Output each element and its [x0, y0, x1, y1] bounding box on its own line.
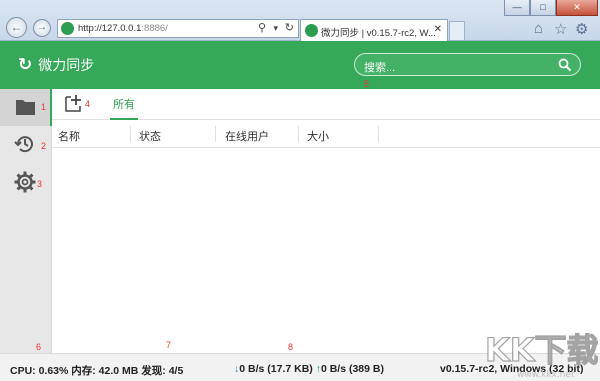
dropdown-icon[interactable]: ▾ [273, 23, 278, 34]
column-header[interactable]: 状态 [139, 128, 161, 144]
add-folder-icon [65, 95, 81, 112]
history-icon [14, 136, 33, 153]
refresh-icon[interactable]: ↻ [285, 21, 294, 34]
tab-all[interactable]: 所有 [110, 96, 138, 120]
brand-name: 微力同步 [38, 57, 95, 73]
tab-title: 微力同步 | v0.15.7-rc2, W... [321, 28, 436, 39]
home-icon[interactable]: ⌂ [534, 20, 543, 37]
gear-icon[interactable]: ⚙ [575, 20, 588, 38]
tab-favicon-icon [305, 24, 318, 37]
add-folder-button[interactable] [65, 94, 83, 115]
column-divider [378, 126, 379, 142]
maximize-button[interactable]: □ [530, 0, 556, 16]
site-favicon-icon [61, 22, 74, 35]
marker-4: 4 [85, 99, 91, 109]
kk-watermark-logo: KK下载 www.kkx.net [483, 325, 599, 380]
transfer-rates: ↓0 B/s (17.7 KB) ↑0 B/s (389 B) [234, 363, 384, 375]
column-header[interactable]: 名称 [58, 128, 80, 144]
browser-titlebar: — □ ✕ ← → http://127.0.0.1:8886/ ⚲ ▾ ↻ 微… [0, 0, 600, 41]
watermark-text: KK下载 [485, 331, 598, 369]
column-divider [130, 126, 131, 142]
search-input[interactable]: 搜索... [354, 53, 581, 76]
back-button[interactable]: ← [6, 17, 27, 38]
star-icon[interactable]: ☆ [554, 20, 567, 38]
minimize-button[interactable]: — [504, 0, 530, 16]
sync-logo-icon: ↻ [18, 55, 33, 74]
search-placeholder: 搜索... [364, 62, 396, 74]
marker-6: 6 [36, 342, 42, 352]
marker-2: 2 [41, 141, 47, 151]
sidebar: 1 2 3 6 [0, 89, 52, 353]
search-icon[interactable] [558, 58, 572, 72]
column-header[interactable]: 大小 [307, 128, 329, 144]
tab-close-icon[interactable]: ✕ [434, 24, 442, 35]
watermark-icon: KK下载 www.kkx.net [484, 330, 599, 380]
marker-7: 7 [166, 340, 172, 350]
new-tab-button[interactable] [449, 21, 465, 40]
browser-tab[interactable]: 微力同步 | v0.15.7-rc2, W... ✕ [300, 19, 448, 41]
settings-gear-icon [14, 171, 36, 193]
marker-1: 1 [41, 102, 47, 112]
folder-toolbar: 4 所有 [52, 89, 600, 120]
app-header: ↻ 微力同步 搜索... 5 [0, 41, 600, 89]
column-header[interactable]: 在线用户 [225, 128, 269, 144]
url-text[interactable]: http://127.0.0.1:8886/ [78, 23, 168, 34]
download-rate: 0 B/s (17.7 KB) [239, 363, 313, 375]
marker-8: 8 [288, 342, 294, 352]
column-divider [215, 126, 216, 142]
marker-3: 3 [37, 179, 43, 189]
table-header: 名称 状态 在线用户 大小 [52, 120, 600, 148]
folder-icon [16, 100, 35, 115]
column-divider [298, 126, 299, 142]
search-icon[interactable]: ⚲ [258, 21, 266, 34]
watermark-url: www.kkx.net [517, 370, 575, 379]
system-stats: CPU: 0.63% 内存: 42.0 MB 发现: 4/5 [10, 365, 184, 377]
sidebar-item-settings[interactable]: 3 [0, 165, 52, 202]
sidebar-item-folders[interactable]: 1 [0, 89, 52, 126]
forward-button[interactable]: → [33, 19, 51, 37]
sidebar-item-history[interactable]: 2 [0, 126, 52, 163]
brand[interactable]: ↻ 微力同步 [18, 55, 94, 75]
close-window-button[interactable]: ✕ [556, 0, 598, 16]
upload-rate: 0 B/s (389 B) [320, 363, 384, 375]
main-panel: 4 所有 名称 状态 在线用户 大小 7 8 [52, 89, 600, 353]
address-bar[interactable]: http://127.0.0.1:8886/ ⚲ ▾ ↻ [57, 19, 299, 38]
marker-5: 5 [364, 79, 370, 89]
window-controls: — □ ✕ [504, 0, 598, 16]
